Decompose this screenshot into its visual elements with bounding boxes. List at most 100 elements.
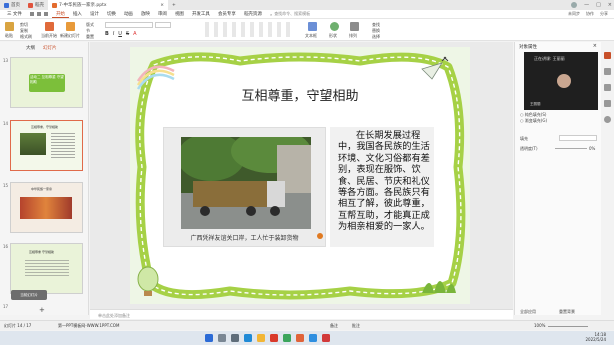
reset-button[interactable]: 重置: [86, 34, 94, 40]
tab-outline[interactable]: 大纲: [26, 45, 35, 51]
save-icon[interactable]: [29, 12, 34, 16]
menu-item-developer[interactable]: 开发工具: [188, 11, 214, 17]
paste-icon[interactable]: [5, 22, 14, 31]
settings-icon[interactable]: [604, 116, 611, 123]
pane-close-icon[interactable]: ×: [593, 43, 597, 49]
collaborate-button[interactable]: 协作: [586, 11, 594, 17]
sync-status[interactable]: 未同步: [568, 11, 580, 17]
apply-all-button[interactable]: 全部应用: [520, 309, 536, 315]
search-icon: ⌕: [269, 11, 273, 17]
clock[interactable]: 14:18 2022/5/24: [585, 332, 606, 342]
search-icon[interactable]: [218, 334, 226, 342]
font-color-icon[interactable]: A: [133, 31, 136, 37]
tab-document[interactable]: 7-中华民族一家亲.pptx ×: [48, 0, 168, 10]
animation-icon[interactable]: [604, 84, 611, 91]
paste-button[interactable]: 粘贴: [5, 33, 13, 39]
menu-item-docer[interactable]: 稻壳资源: [240, 11, 266, 17]
select-button[interactable]: 选择: [372, 34, 380, 40]
avatar[interactable]: [571, 2, 578, 8]
new-slide-button[interactable]: 新建幻灯片: [60, 33, 80, 39]
add-slide-button[interactable]: +: [39, 306, 45, 314]
slide-title[interactable]: 互相尊重，守望相助: [130, 85, 470, 104]
fill-select[interactable]: [559, 135, 597, 141]
play-from-current-icon[interactable]: [45, 22, 54, 31]
tab-slides[interactable]: 幻灯片: [43, 45, 57, 51]
file-menu[interactable]: 三 文件: [3, 11, 26, 17]
slide-number: 13: [3, 58, 9, 63]
play-from-current-button[interactable]: 当前开始: [41, 33, 57, 39]
music-icon[interactable]: [322, 334, 330, 342]
close-icon[interactable]: ×: [608, 2, 612, 8]
slide-thumbnail-16[interactable]: 互相尊重 守望相助: [10, 243, 83, 294]
properties-icon[interactable]: [604, 52, 611, 59]
tencent-icon[interactable]: [309, 334, 317, 342]
explorer-icon[interactable]: [257, 334, 265, 342]
video-call-window[interactable]: 正在讲课: 王丽丽 王丽丽: [524, 52, 598, 110]
thumb-title: 互相尊重，守望相助: [31, 125, 59, 129]
tab-home[interactable]: 首页: [0, 0, 24, 10]
redo-icon[interactable]: [43, 12, 48, 16]
tab-docer[interactable]: 稻壳: [24, 0, 48, 10]
slide-thumbnail-15[interactable]: 中华民族一家亲: [10, 182, 83, 233]
menu-item-review[interactable]: 审阅: [154, 11, 171, 17]
style-icon[interactable]: [604, 68, 611, 75]
notes-button[interactable]: 备注: [330, 323, 338, 329]
underline-icon[interactable]: U: [118, 31, 122, 37]
slide-thumbnail-13[interactable]: 活动二 互相尊重 守望相助: [10, 57, 83, 108]
edge-icon[interactable]: [244, 334, 252, 342]
text-box-button[interactable]: 文本框: [305, 33, 317, 39]
pane-header: 对象属性: [519, 45, 537, 50]
maximize-icon[interactable]: □: [596, 2, 601, 8]
share-button[interactable]: 分享: [600, 11, 608, 17]
menu-item-slideshow[interactable]: 放映: [137, 11, 154, 17]
reset-background-button[interactable]: 重置背景: [559, 309, 575, 315]
menu-item-transition[interactable]: 切换: [103, 11, 120, 17]
slide-thumbnail-14[interactable]: 互相尊重，守望相助: [10, 120, 83, 171]
slide-paragraph[interactable]: 在长期发展过程中，我国各民族的生活环境、文化习俗都有差别，表现在服饰、饮食、民居…: [338, 130, 430, 233]
task-view-icon[interactable]: [231, 334, 239, 342]
zoom-level[interactable]: 100%: [534, 323, 545, 328]
font-format-buttons[interactable]: BIUSA: [105, 31, 195, 37]
thumb-title: 互相尊重 守望相助: [29, 250, 54, 254]
bold-icon[interactable]: B: [105, 31, 109, 37]
menu-item-design[interactable]: 设计: [86, 11, 103, 17]
font-family-select[interactable]: [105, 22, 153, 28]
minimize-icon[interactable]: —: [584, 2, 589, 8]
close-tab-icon[interactable]: ×: [160, 3, 164, 8]
ppt-icon[interactable]: [296, 334, 304, 342]
italic-icon[interactable]: I: [113, 31, 114, 37]
format-painter-button[interactable]: 格式刷: [20, 34, 32, 40]
strikethrough-icon[interactable]: S: [126, 31, 129, 37]
text-box-icon[interactable]: [308, 22, 317, 31]
notes-pane[interactable]: 单击此处添加备注: [90, 309, 513, 319]
zoom-slider[interactable]: [548, 326, 588, 327]
slide[interactable]: 互相尊重，守望相助 广西凭祥友谊关口岸，工人忙于装卸货物 在长期发展过程中，我国…: [130, 47, 470, 304]
transparency-slider[interactable]: [555, 148, 587, 149]
chrome-icon[interactable]: [283, 334, 291, 342]
paragraph-buttons[interactable]: [205, 22, 295, 37]
share-icon[interactable]: [604, 100, 611, 107]
windows-icon[interactable]: [205, 334, 213, 342]
menu-item-view[interactable]: 视图: [171, 11, 188, 17]
orange-person-icon: [317, 233, 323, 239]
search-box[interactable]: ⌕ 查找命令、搜索模板: [270, 11, 310, 17]
arrange-icon[interactable]: [350, 22, 359, 31]
new-tab-button[interactable]: +: [168, 0, 180, 10]
quick-access-icons: [29, 12, 48, 16]
arrange-button[interactable]: 排列: [349, 33, 357, 39]
font-size-select[interactable]: [155, 22, 171, 28]
wps-icon[interactable]: [270, 334, 278, 342]
shape-button[interactable]: 形状: [329, 33, 337, 39]
transparency-value[interactable]: 0%: [589, 146, 595, 151]
menu-item-animation[interactable]: 动画: [120, 11, 137, 17]
current-slide-floating-button[interactable]: 当前幻灯片: [11, 290, 47, 300]
menu-item-member[interactable]: 会员专享: [214, 11, 240, 17]
menu-item-insert[interactable]: 插入: [69, 11, 86, 17]
new-slide-icon[interactable]: [66, 22, 75, 31]
comments-button[interactable]: 批注: [352, 323, 360, 329]
fill-option-gradient[interactable]: ○ 渐变填充(G): [520, 118, 547, 124]
object-properties-pane: 对象属性 × 正在讲课: 王丽丽 王丽丽 ○ 纯色填充(S) ○ 渐变填充(G)…: [514, 42, 601, 315]
menu-item-home[interactable]: 开始: [51, 11, 69, 18]
undo-icon[interactable]: [36, 12, 41, 16]
shape-icon[interactable]: [330, 22, 339, 31]
